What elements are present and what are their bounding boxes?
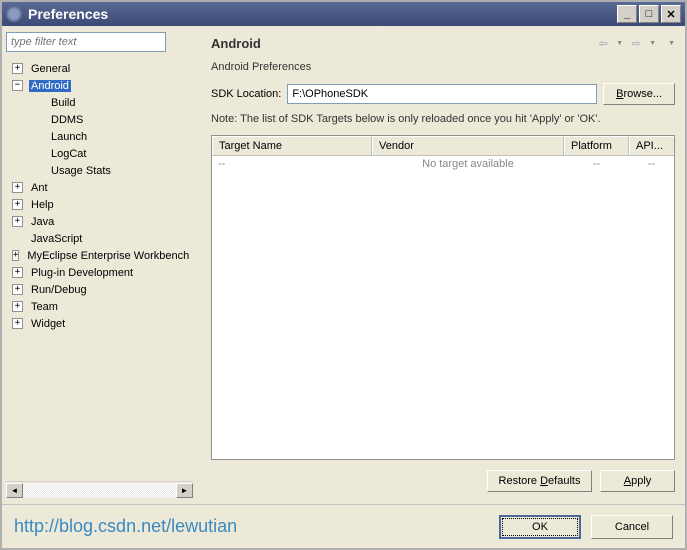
tree-label: Android	[29, 80, 71, 92]
preferences-tree: General Android Build DDMS Launch LogCat Usage…	[6, 58, 193, 481]
column-platform[interactable]: Platform	[564, 136, 629, 155]
cell-vendor: No target available	[372, 156, 564, 172]
tree-label: Help	[29, 199, 56, 211]
table-header: Target Name Vendor Platform API...	[212, 136, 674, 156]
expand-icon[interactable]	[12, 182, 23, 193]
tree-item-widget[interactable]: Widget	[8, 315, 191, 332]
tree-item-ddms[interactable]: DDMS	[8, 111, 191, 128]
tree-label: Ant	[29, 182, 50, 194]
scroll-right-button[interactable]: ►	[176, 483, 193, 498]
restore-defaults-button[interactable]: Restore Defaults	[487, 470, 592, 492]
apply-button[interactable]: Apply	[600, 470, 675, 492]
back-arrow-icon[interactable]: ⇦	[596, 38, 610, 50]
expand-icon[interactable]	[12, 267, 23, 278]
content-area: General Android Build DDMS Launch LogCat Usage…	[2, 26, 685, 504]
app-icon	[6, 6, 22, 22]
tree-item-launch[interactable]: Launch	[8, 128, 191, 145]
maximize-button[interactable]: □	[639, 5, 659, 23]
horizontal-scrollbar[interactable]: ◄ ►	[6, 481, 193, 498]
column-target[interactable]: Target Name	[212, 136, 372, 155]
tree-item-team[interactable]: Team	[8, 298, 191, 315]
scroll-left-button[interactable]: ◄	[6, 483, 23, 498]
bottom-bar: http://blog.csdn.net/lewutian OK Cancel	[2, 504, 685, 548]
window-title: Preferences	[28, 6, 617, 22]
tree-item-run-debug[interactable]: Run/Debug	[8, 281, 191, 298]
table-row[interactable]: -- No target available -- --	[212, 156, 674, 172]
table-body: -- No target available -- --	[212, 156, 674, 459]
cell-target: --	[212, 156, 372, 172]
collapse-icon[interactable]	[12, 80, 23, 91]
tree-label: Plug-in Development	[29, 267, 135, 279]
ok-button[interactable]: OK	[499, 515, 581, 539]
column-vendor[interactable]: Vendor	[372, 136, 564, 155]
tree-label: Team	[29, 301, 60, 313]
sdk-location-input[interactable]	[287, 84, 597, 104]
sdk-location-label: SDK Location:	[211, 88, 281, 100]
expand-icon[interactable]	[12, 199, 23, 210]
sdk-location-row: SDK Location: Browse...	[211, 83, 675, 105]
back-dropdown-icon[interactable]: ▼	[616, 40, 623, 47]
tree-label: LogCat	[49, 148, 88, 160]
expand-icon[interactable]	[12, 250, 19, 261]
expand-icon[interactable]	[12, 216, 23, 227]
cell-api: --	[629, 156, 674, 172]
scroll-track[interactable]	[23, 483, 176, 498]
dialog-buttons: OK Cancel	[499, 515, 673, 539]
tree-item-javascript[interactable]: JavaScript	[8, 230, 191, 247]
expand-icon[interactable]	[12, 284, 23, 295]
tree-label: Run/Debug	[29, 284, 89, 296]
cancel-button[interactable]: Cancel	[591, 515, 673, 539]
titlebar: Preferences _ □ ✕	[2, 2, 685, 26]
tree-item-build[interactable]: Build	[8, 94, 191, 111]
expand-icon[interactable]	[12, 63, 23, 74]
forward-arrow-icon[interactable]: ⇨	[629, 38, 643, 50]
nav-arrows: ⇦ ▼ ⇨ ▼ ▼	[596, 38, 675, 50]
close-button[interactable]: ✕	[661, 5, 681, 23]
page-title: Android	[211, 36, 596, 51]
tree-label: Launch	[49, 131, 89, 143]
tree-label: Build	[49, 97, 77, 109]
section-label: Android Preferences	[211, 61, 675, 73]
tree-label: General	[29, 63, 72, 75]
tree-item-logcat[interactable]: LogCat	[8, 145, 191, 162]
forward-dropdown-icon[interactable]: ▼	[649, 40, 656, 47]
expand-icon[interactable]	[12, 318, 23, 329]
watermark-text: http://blog.csdn.net/lewutian	[14, 516, 499, 537]
tree-item-android[interactable]: Android	[8, 77, 191, 94]
tree-label: Java	[29, 216, 56, 228]
tree-item-usage-stats[interactable]: Usage Stats	[8, 162, 191, 179]
column-api[interactable]: API...	[629, 136, 674, 155]
tree-label: Widget	[29, 318, 67, 330]
tree-label: MyEclipse Enterprise Workbench	[25, 250, 191, 262]
page-header: Android ⇦ ▼ ⇨ ▼ ▼	[211, 36, 675, 51]
tree-item-ant[interactable]: Ant	[8, 179, 191, 196]
note-text: Note: The list of SDK Targets below is o…	[211, 113, 675, 125]
settings-panel: Android ⇦ ▼ ⇨ ▼ ▼ Android Preferences SDK …	[201, 26, 685, 504]
panel-buttons: Restore Defaults Apply	[211, 460, 675, 498]
tree-panel: General Android Build DDMS Launch LogCat Usage…	[2, 26, 197, 504]
tree-label: JavaScript	[29, 233, 84, 245]
menu-dropdown-icon[interactable]: ▼	[668, 40, 675, 47]
targets-table: Target Name Vendor Platform API... -- No…	[211, 135, 675, 460]
tree-item-help[interactable]: Help	[8, 196, 191, 213]
filter-input[interactable]	[6, 32, 166, 52]
cell-platform: --	[564, 156, 629, 172]
tree-label: DDMS	[49, 114, 85, 126]
minimize-button[interactable]: _	[617, 5, 637, 23]
tree-item-general[interactable]: General	[8, 60, 191, 77]
tree-item-plug-in-development[interactable]: Plug-in Development	[8, 264, 191, 281]
tree-item-java[interactable]: Java	[8, 213, 191, 230]
tree-item-myeclipse-enterprise-workbench[interactable]: MyEclipse Enterprise Workbench	[8, 247, 191, 264]
tree-label: Usage Stats	[49, 165, 113, 177]
expand-icon[interactable]	[12, 301, 23, 312]
browse-button[interactable]: Browse...	[603, 83, 675, 105]
titlebar-buttons: _ □ ✕	[617, 5, 681, 23]
